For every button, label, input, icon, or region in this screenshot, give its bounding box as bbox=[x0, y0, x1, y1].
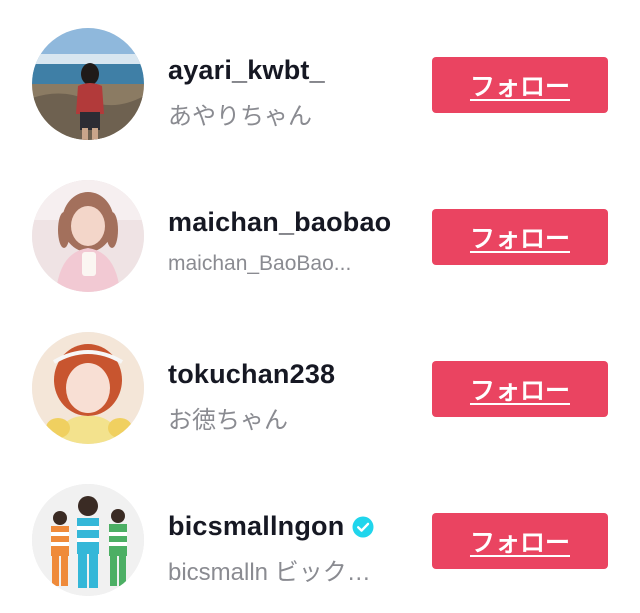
username-line: tokuchan238 bbox=[168, 359, 335, 390]
list-item[interactable]: tokuchan238 お徳ちゃん フォロー bbox=[0, 312, 640, 464]
avatar[interactable] bbox=[32, 28, 144, 140]
username-line: bicsmallngon bbox=[168, 511, 374, 542]
username[interactable]: bicsmallngon bbox=[168, 511, 344, 542]
avatar[interactable] bbox=[32, 332, 144, 444]
avatar-group-image bbox=[32, 484, 144, 596]
follow-button[interactable]: フォロー bbox=[432, 361, 608, 417]
list-item[interactable]: maichan_baobao maichan_BaoBao... フォロー bbox=[0, 160, 640, 312]
list-item[interactable]: bicsmallngon bicsmalln ビック… フォロー bbox=[0, 464, 640, 613]
follow-suggestion-list: ayari_kwbt_ あやりちゃん フォロー maichan_baobao m… bbox=[0, 0, 640, 613]
list-item[interactable]: ayari_kwbt_ あやりちゃん フォロー bbox=[0, 8, 640, 160]
username[interactable]: maichan_baobao bbox=[168, 207, 391, 238]
username[interactable]: tokuchan238 bbox=[168, 359, 335, 390]
username[interactable]: ayari_kwbt_ bbox=[168, 55, 325, 86]
avatar-portrait-image bbox=[32, 180, 144, 292]
follow-button[interactable]: フォロー bbox=[432, 209, 608, 265]
nickname: bicsmalln ビック… bbox=[168, 559, 371, 586]
username-line: maichan_baobao bbox=[168, 207, 391, 238]
verified-badge-icon bbox=[352, 516, 374, 538]
avatar[interactable] bbox=[32, 484, 144, 596]
nickname: maichan_BaoBao... bbox=[168, 252, 352, 275]
avatar[interactable] bbox=[32, 180, 144, 292]
follow-button[interactable]: フォロー bbox=[432, 513, 608, 569]
username-line: ayari_kwbt_ bbox=[168, 55, 325, 86]
nickname: あやりちゃん bbox=[168, 103, 312, 130]
follow-button[interactable]: フォロー bbox=[432, 57, 608, 113]
avatar-portrait-image bbox=[32, 332, 144, 444]
nickname: お徳ちゃん bbox=[168, 407, 288, 434]
avatar-beach-image bbox=[32, 28, 144, 140]
